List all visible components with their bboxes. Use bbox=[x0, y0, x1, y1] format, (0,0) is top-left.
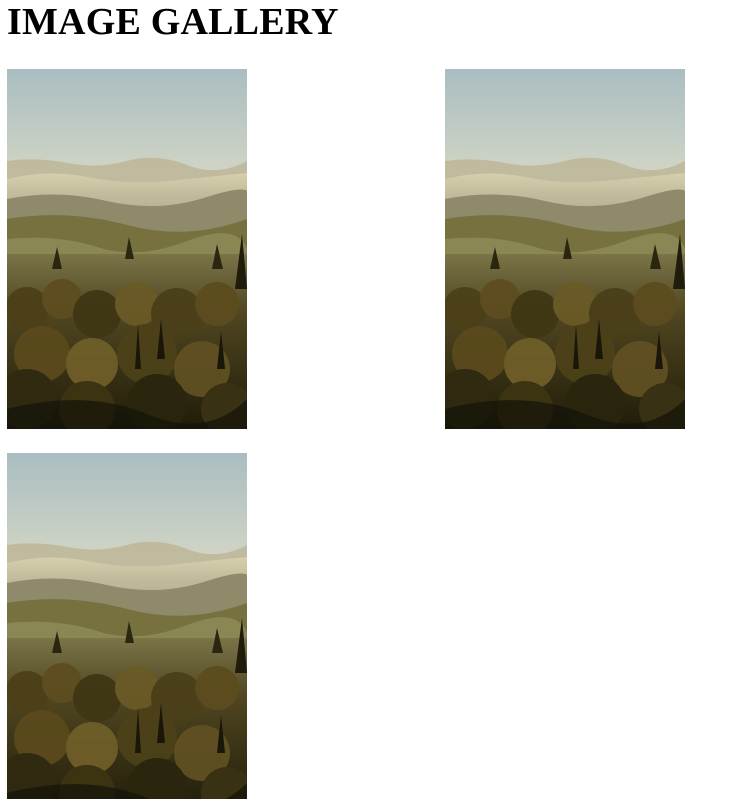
gallery-image-2[interactable] bbox=[445, 69, 685, 429]
gallery-image-1[interactable] bbox=[7, 69, 247, 429]
page-title: IMAGE GALLERY bbox=[7, 1, 339, 43]
gallery-image-3[interactable] bbox=[7, 453, 247, 799]
landscape-photo bbox=[7, 69, 247, 429]
landscape-photo bbox=[7, 453, 247, 799]
landscape-photo bbox=[445, 69, 685, 429]
